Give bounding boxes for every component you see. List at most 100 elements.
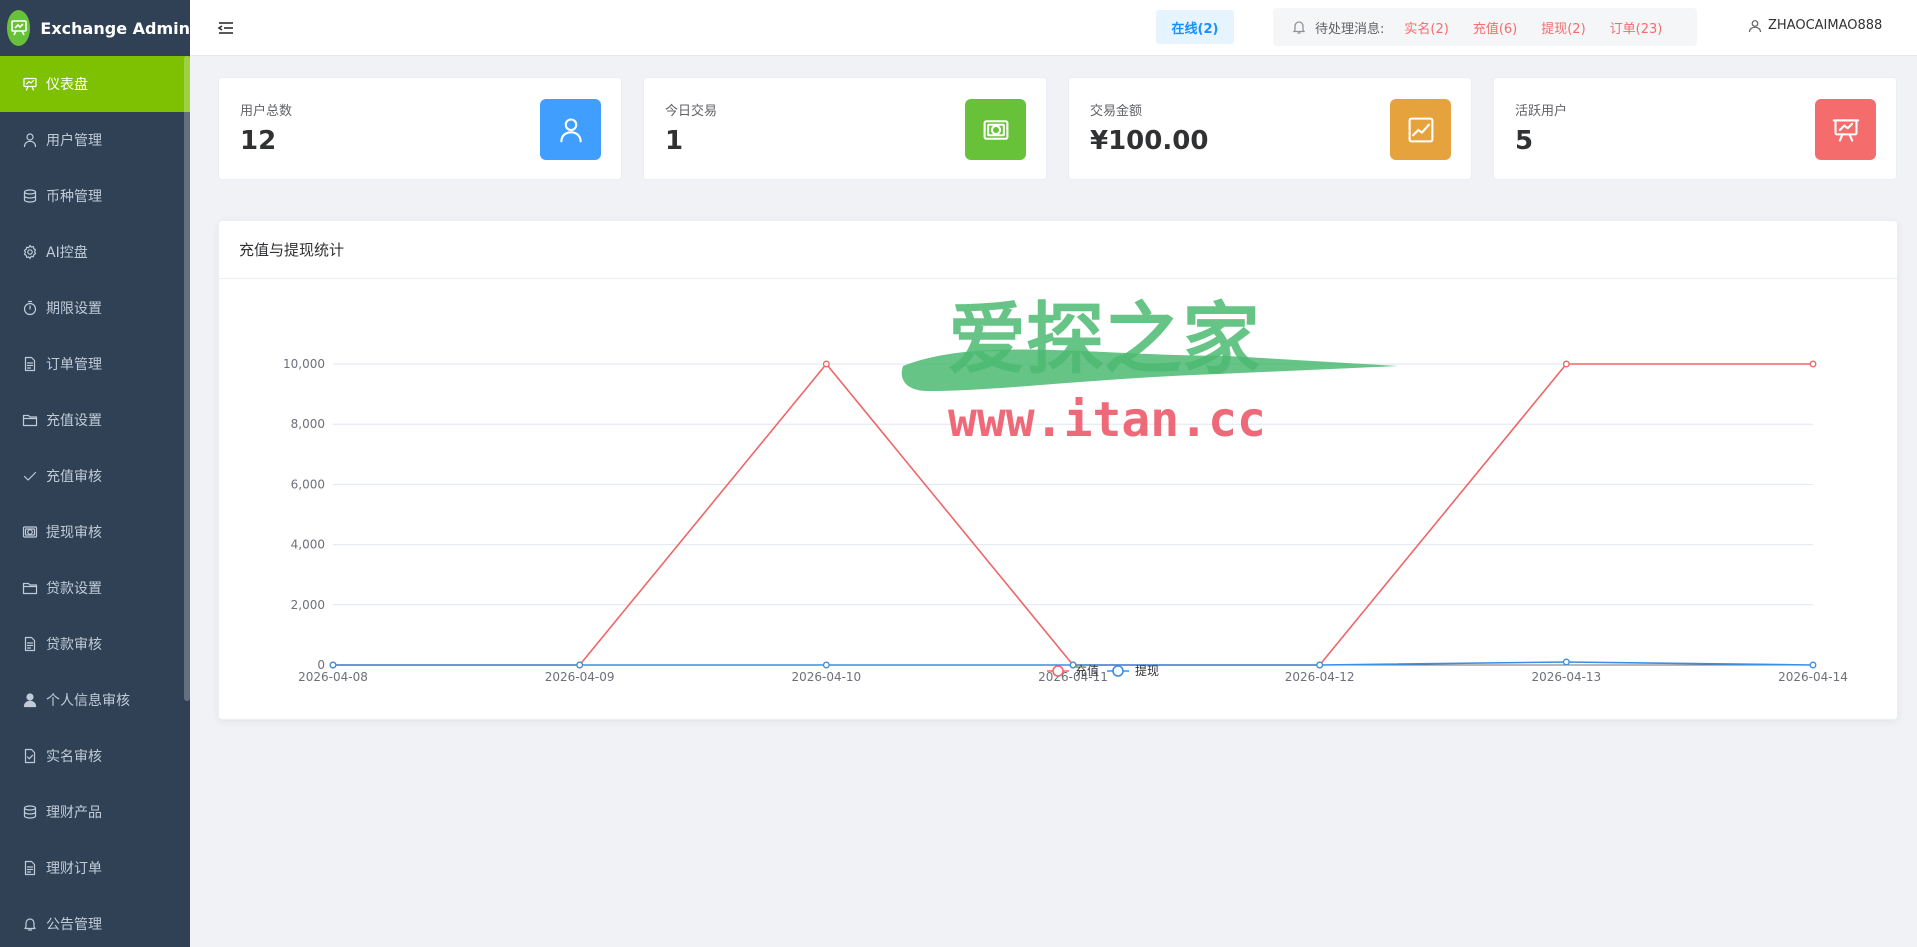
legend-label: 充值	[1075, 663, 1099, 678]
document-icon	[24, 636, 36, 652]
data-point	[329, 661, 337, 669]
money-icon	[22, 526, 38, 538]
user-solid-icon	[23, 693, 37, 708]
online-badge[interactable]: 在线(2)	[1156, 10, 1234, 44]
x-tick-label: 2026-04-09	[545, 670, 615, 684]
stat-value: 12	[240, 126, 277, 156]
sidebar-item[interactable]: 订单管理	[0, 336, 190, 392]
x-tick-label: 2026-04-12	[1285, 670, 1355, 684]
sidebar-item[interactable]: 理财产品	[0, 784, 190, 840]
x-tick-label: 2026-04-13	[1531, 670, 1601, 684]
data-point	[1562, 658, 1570, 666]
user-menu[interactable]: ZHAOCAIMAO888	[1748, 18, 1882, 33]
stat-card: 今日交易 1	[643, 77, 1047, 180]
sidebar-item-label: 仪表盘	[46, 77, 88, 93]
folder-icon	[22, 582, 38, 595]
coins-icon	[23, 189, 37, 203]
y-tick-label: 8,000	[291, 417, 325, 431]
sidebar-item[interactable]: 用户管理	[0, 112, 190, 168]
trend-chart-icon	[1408, 117, 1433, 142]
username: ZHAOCAIMAO888	[1768, 18, 1883, 33]
sidebar-item[interactable]: 公告管理	[0, 896, 190, 947]
stat-label: 交易金额	[1090, 104, 1143, 119]
sidebar-menu: 仪表盘用户管理币种管理 AI控盘期限设置订单管理充值设置充值审核提现审核贷款设置贷…	[0, 56, 190, 947]
stat-value: ¥100.00	[1090, 126, 1209, 156]
sidebar-item-label: 充值审核	[46, 469, 102, 485]
bell-icon	[24, 918, 36, 931]
data-point	[1562, 360, 1570, 368]
sidebar-item-label: 贷款审核	[46, 637, 102, 653]
menu-toggle-icon[interactable]	[217, 19, 235, 37]
legend-marker	[1052, 665, 1064, 677]
user-icon	[1748, 19, 1762, 32]
coins-icon	[23, 805, 37, 819]
dashboard-icon	[23, 77, 37, 91]
sidebar-item[interactable]: 提现审核	[0, 504, 190, 560]
sidebar-item-label: 提现审核	[46, 525, 102, 541]
sidebar-item[interactable]: 贷款设置	[0, 560, 190, 616]
sidebar-item-label: 公告管理	[46, 917, 102, 933]
pending-realname-link[interactable]: 实名(2)	[1404, 18, 1448, 37]
stat-value: 5	[1515, 126, 1534, 156]
brand-title: Exchange Admin	[40, 18, 190, 38]
gear-icon	[23, 244, 37, 260]
pending-label: 待处理消息:	[1315, 21, 1385, 37]
stat-card: 用户总数 12	[218, 77, 622, 180]
sidebar-item-label: 币种管理	[46, 189, 102, 205]
sidebar-item[interactable]: AI控盘	[0, 224, 190, 280]
pending-deposit-link[interactable]: 充值(6)	[1473, 18, 1517, 37]
document-check-icon	[24, 748, 36, 764]
sidebar-item[interactable]: 币种管理	[0, 168, 190, 224]
stat-icon	[1815, 99, 1876, 160]
sidebar-item-label: 理财订单	[46, 861, 102, 877]
x-tick-label: 2026-04-10	[791, 670, 861, 684]
folder-icon	[22, 414, 38, 427]
sidebar-item-label: 用户管理	[46, 133, 102, 149]
brand[interactable]: Exchange Admin	[0, 0, 190, 56]
money-icon	[983, 119, 1008, 140]
sidebar-item-label: AI控盘	[46, 245, 88, 261]
sidebar-item-label: 充值设置	[46, 413, 102, 429]
sidebar-item[interactable]: 理财订单	[0, 840, 190, 896]
sidebar-item[interactable]: 实名审核	[0, 728, 190, 784]
y-tick-label: 6,000	[291, 477, 325, 491]
pending-order-link[interactable]: 订单(23)	[1610, 18, 1663, 37]
stat-value: 1	[665, 126, 684, 156]
timer-icon	[23, 300, 37, 316]
data-point	[822, 661, 830, 669]
sidebar-item[interactable]: 期限设置	[0, 280, 190, 336]
line-chart: 02,0004,0006,0008,00010,0002026-04-08 202…	[283, 357, 1848, 684]
presentation-icon	[1832, 118, 1859, 142]
series-line	[333, 362, 1813, 666]
stat-icon	[1390, 99, 1451, 160]
pending-notices: 待处理消息: 实名(2) 充值(6) 提现(2) 订单(23)	[1273, 8, 1697, 46]
stat-card: 交易金额 ¥100.00	[1068, 77, 1472, 180]
sidebar-item-label: 个人信息审核	[46, 693, 130, 709]
stat-icon	[540, 99, 601, 160]
sidebar-item[interactable]: 充值设置	[0, 392, 190, 448]
sidebar-item[interactable]: 充值审核	[0, 448, 190, 504]
sidebar-item[interactable]: 个人信息审核	[0, 672, 190, 728]
y-tick-label: 4,000	[291, 538, 325, 552]
data-point	[1809, 360, 1817, 368]
sidebar-scrollbar[interactable]	[184, 56, 190, 701]
user-icon	[23, 133, 37, 148]
pending-withdraw-link[interactable]: 提现(2)	[1541, 18, 1585, 37]
sidebar-item-label: 理财产品	[46, 805, 102, 821]
chart-title: 充值与提现统计	[219, 221, 1897, 279]
document-icon	[24, 356, 36, 372]
sidebar-item-label: 贷款设置	[46, 581, 102, 597]
data-point	[822, 360, 830, 368]
data-point	[1316, 661, 1324, 669]
check-icon	[23, 471, 37, 481]
data-point	[1809, 661, 1817, 669]
sidebar-item-label: 期限设置	[46, 301, 102, 317]
stat-label: 用户总数	[240, 104, 293, 119]
sidebar-item-label: 实名审核	[46, 749, 102, 765]
sidebar-item[interactable]: 贷款审核	[0, 616, 190, 672]
top-header: 在线(2) 待处理消息: 实名(2) 充值(6) 提现(2) 订单(23) ZH…	[190, 0, 1917, 56]
y-tick-label: 2,000	[291, 598, 325, 612]
stat-card: 活跃用户 5	[1493, 77, 1897, 180]
sidebar: Exchange Admin 仪表盘用户管理币种管理 AI控盘期限设置订单管理充值…	[0, 0, 190, 947]
sidebar-item[interactable]: 仪表盘	[0, 56, 190, 112]
